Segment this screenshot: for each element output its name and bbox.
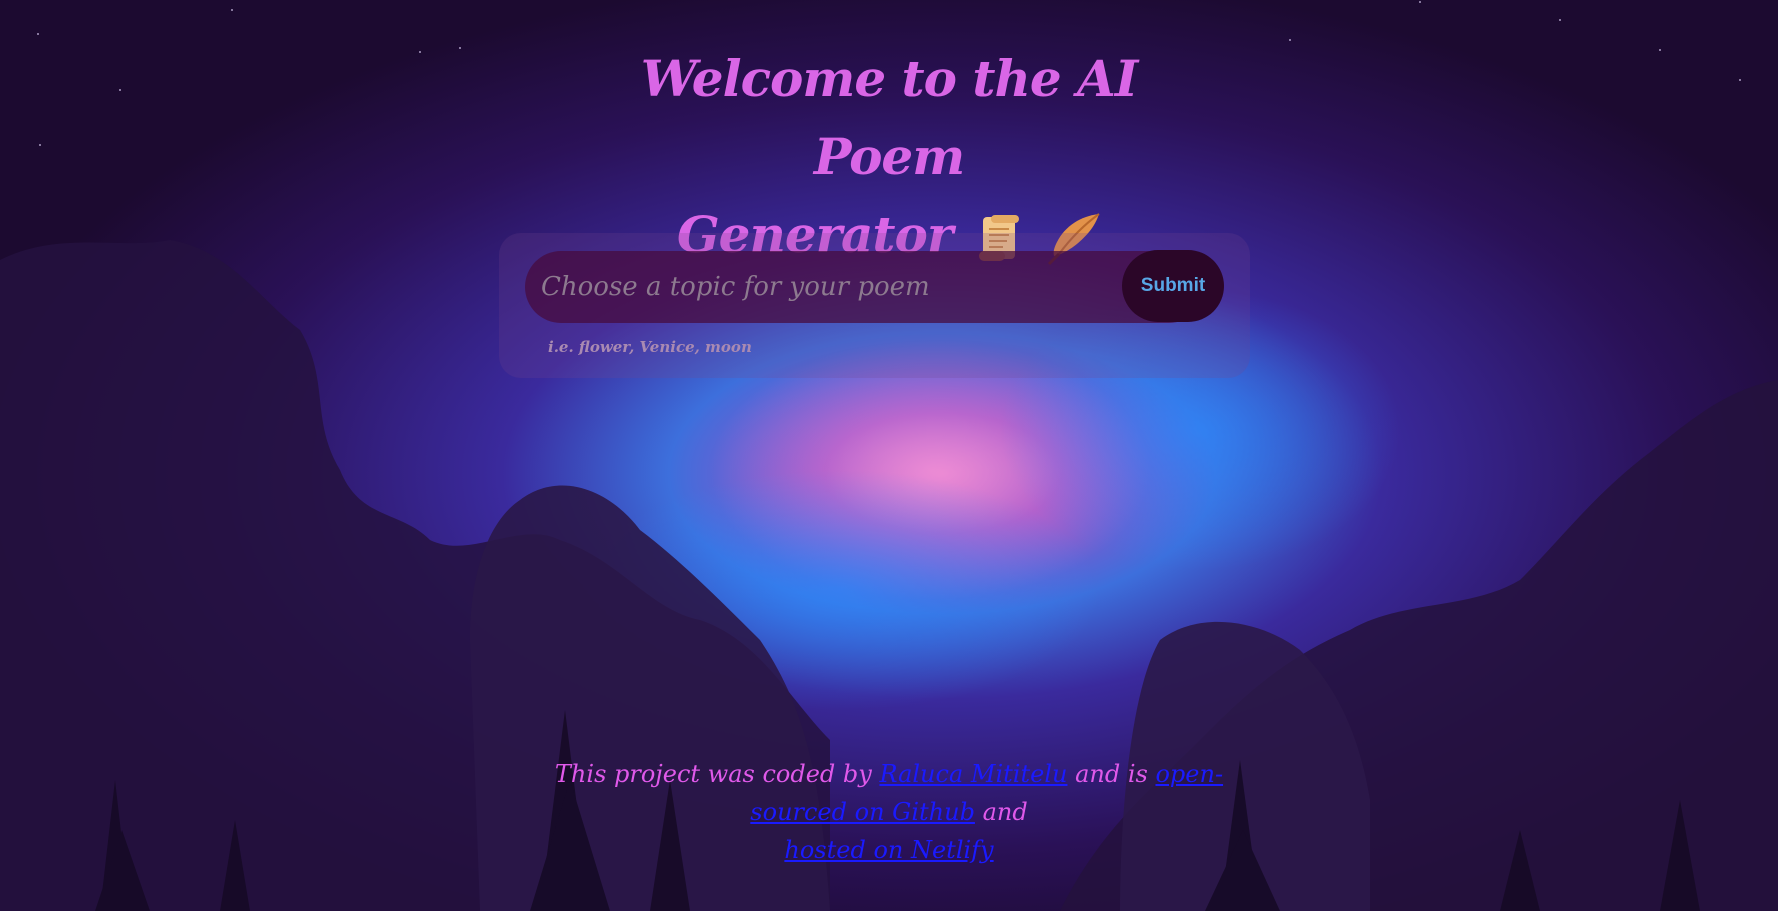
footer-text-before: This project was coded by (554, 760, 880, 788)
topic-input[interactable] (525, 251, 1205, 323)
footer-text-after: and (974, 798, 1028, 826)
netlify-link[interactable]: hosted on Netlify (784, 836, 993, 864)
submit-button[interactable]: Submit (1122, 250, 1224, 322)
topic-hint: i.e. flower, Venice, moon (548, 338, 752, 356)
footer: This project was coded by Raluca Mititel… (521, 755, 1257, 869)
author-link[interactable]: Raluca Mititelu (879, 760, 1067, 788)
poem-form: Submit i.e. flower, Venice, moon (499, 233, 1250, 378)
page: Welcome to the AI Poem Generator Submit … (0, 0, 1778, 911)
footer-text-middle: and is (1067, 760, 1156, 788)
title-line-1: Welcome to the AI Poem (640, 49, 1139, 186)
